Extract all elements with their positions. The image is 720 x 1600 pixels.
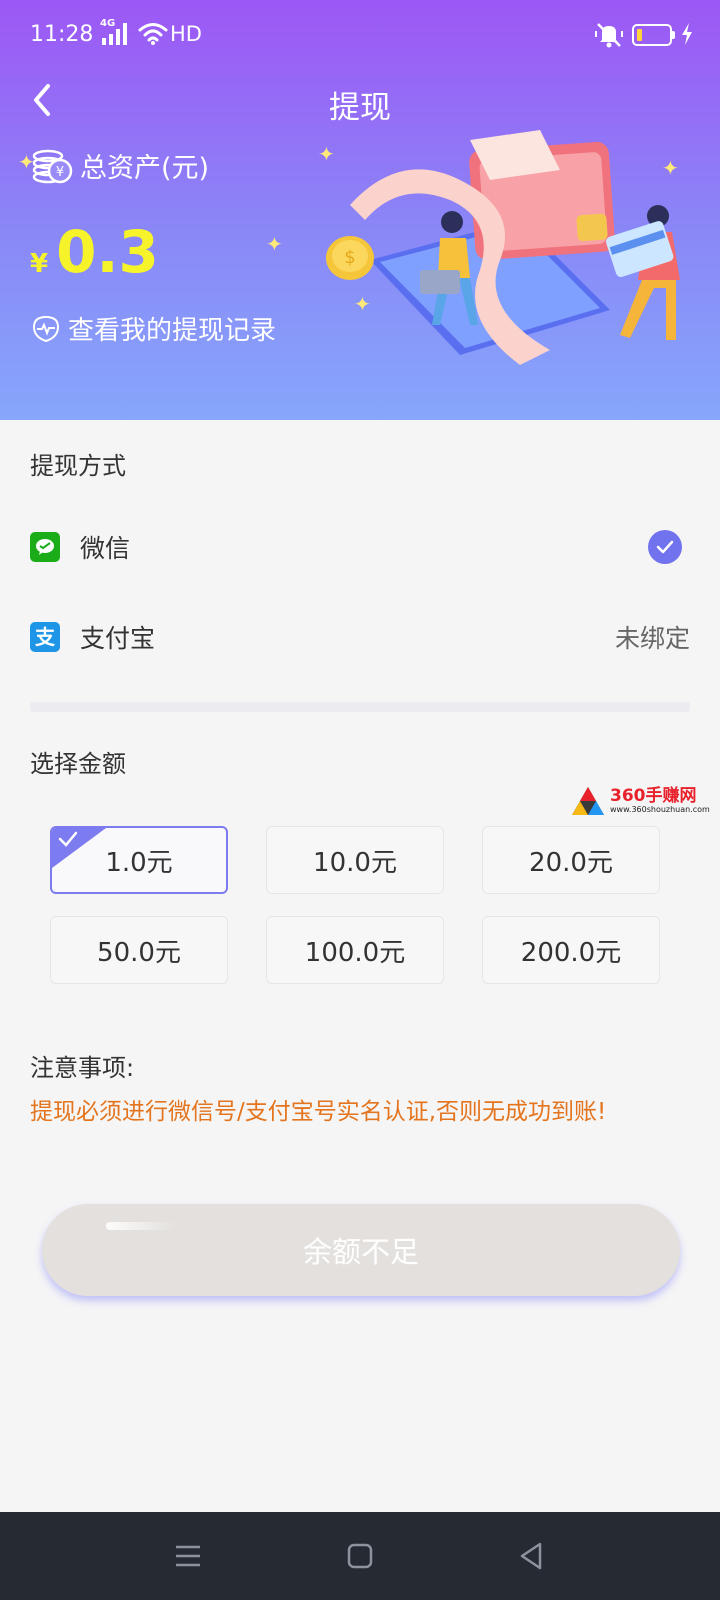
alipay-bind-status: 未绑定	[614, 624, 690, 653]
check-icon	[58, 831, 78, 847]
charging-icon	[682, 23, 692, 45]
balance-value: 0.3	[56, 218, 159, 286]
sparkle-icon: ✦	[18, 150, 35, 174]
amount-option[interactable]: 10.0元	[266, 826, 444, 894]
menu-icon[interactable]	[168, 1536, 208, 1576]
withdraw-submit-button[interactable]: 余额不足	[42, 1204, 680, 1296]
total-assets-label: 总资产(元)	[80, 152, 210, 184]
status-time: 11:28	[30, 22, 94, 47]
section-divider	[30, 702, 690, 712]
balance-display: ¥ 0.3	[30, 218, 159, 286]
hd-indicator: HD	[170, 22, 202, 46]
button-gloss	[106, 1222, 176, 1230]
pay-option-wechat[interactable]: 微信	[30, 517, 690, 577]
pay-option-label: 支付宝	[80, 624, 156, 653]
amount-option[interactable]: 50.0元	[50, 916, 228, 984]
amount-grid: 1.0元 10.0元 20.0元 50.0元 100.0元 200.0元	[50, 826, 670, 986]
svg-text:¥: ¥	[56, 165, 64, 180]
watermark-logo-icon	[572, 787, 604, 815]
system-nav-bar	[0, 1512, 720, 1600]
amount-option[interactable]: 100.0元	[266, 916, 444, 984]
selected-check-icon	[648, 530, 682, 564]
battery-nub	[672, 31, 675, 39]
amount-label: 50.0元	[97, 937, 181, 968]
pulse-icon	[32, 315, 60, 342]
amount-label: 200.0元	[520, 937, 622, 968]
vibrate-mute-icon	[595, 23, 623, 48]
wechat-icon	[30, 532, 60, 562]
notes-warning-text: 提现必须进行微信号/支付宝号实名认证,否则无成功到账!	[30, 1099, 607, 1125]
amount-section-title: 选择金额	[30, 750, 126, 778]
coins-icon: ¥	[32, 149, 73, 184]
home-icon[interactable]	[340, 1536, 380, 1576]
wifi-icon	[138, 23, 168, 45]
watermark: 360手赚网 www.360shouzhuan.com	[570, 785, 710, 817]
notes-title: 注意事项:	[30, 1054, 135, 1082]
watermark-url: www.360shouzhuan.com	[610, 805, 710, 814]
withdraw-record-link[interactable]: 查看我的提现记录	[30, 310, 276, 347]
withdraw-record-label: 查看我的提现记录	[68, 316, 277, 346]
withdraw-method-title: 提现方式	[30, 452, 126, 480]
currency-symbol: ¥	[30, 249, 49, 279]
back-nav-icon[interactable]	[512, 1536, 552, 1576]
pay-option-label: 微信	[80, 534, 131, 563]
total-assets-label-row: ¥ 总资产(元)	[30, 143, 209, 187]
alipay-icon: 支	[30, 622, 60, 652]
amount-option[interactable]: 200.0元	[482, 916, 660, 984]
svg-text:$: $	[344, 247, 355, 268]
wallet-illustration: $	[326, 130, 680, 365]
cellular-signal-icon: 4G	[100, 18, 134, 48]
amount-label: 20.0元	[529, 847, 613, 878]
amount-option[interactable]: 1.0元	[50, 826, 228, 894]
amount-option[interactable]: 20.0元	[482, 826, 660, 894]
pay-option-alipay[interactable]: 支 支付宝 未绑定	[30, 607, 690, 667]
watermark-brand: 360手赚网	[610, 786, 697, 806]
battery-icon	[632, 24, 672, 46]
amount-label: 100.0元	[304, 937, 406, 968]
amount-label: 1.0元	[105, 847, 173, 878]
withdraw-submit-label: 余额不足	[302, 1235, 419, 1269]
amount-label: 10.0元	[313, 847, 397, 878]
status-bar: 11:28 4G HD	[0, 0, 720, 72]
sparkle-icon: ✦	[266, 232, 283, 256]
header: 11:28 4G HD 提现 ¥ 总资产(元) ¥ 0.3 查看我的提现记录 ✦…	[0, 0, 720, 420]
